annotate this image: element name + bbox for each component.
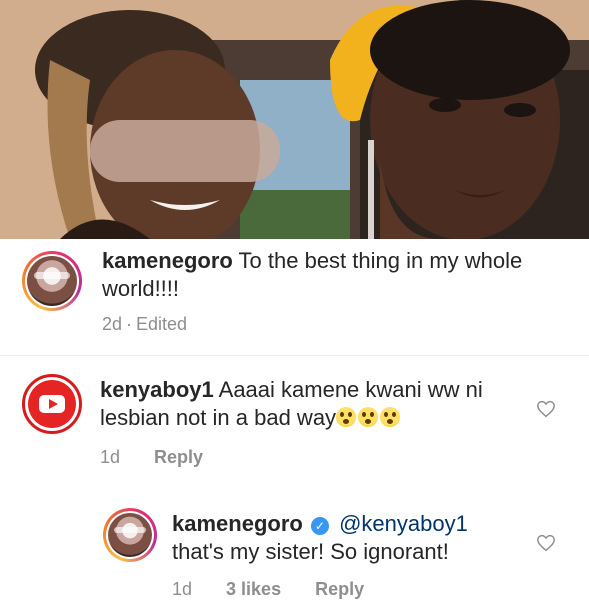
comment-body-line2: lesbian not in a bad way <box>100 405 337 430</box>
caption-comment: kamenegoro To the best thing in my whole… <box>0 239 589 355</box>
post-photo[interactable] <box>0 0 589 239</box>
comment-body-line1: Aaaai kamene kwani ww ni <box>218 377 483 402</box>
caption-text: kamenegoro To the best thing in my whole… <box>102 247 552 303</box>
avatar[interactable] <box>22 251 82 311</box>
reply-meta: 1d 3 likes Reply <box>172 578 394 600</box>
post-photo-illustration <box>0 0 589 239</box>
astonished-face-icon <box>336 407 357 427</box>
reply-mention[interactable]: @kenyaboy1 <box>339 511 468 536</box>
reply-button[interactable]: Reply <box>154 447 203 467</box>
avatar-image <box>108 513 152 557</box>
reply-button[interactable]: Reply <box>315 579 364 599</box>
caption-age: 2d <box>102 314 123 334</box>
reply-text: kamenegoro ✓ @kenyaboy1 that's my sister… <box>172 510 532 566</box>
heart-outline-icon[interactable] <box>536 534 556 552</box>
caption-meta: 2d · Edited <box>102 313 217 335</box>
comment-meta: 1d Reply <box>100 446 233 468</box>
likes-count[interactable]: 3 likes <box>226 579 281 599</box>
avatar[interactable] <box>103 508 157 562</box>
reply-age: 1d <box>172 579 193 599</box>
youtube-play-icon <box>39 395 65 413</box>
reply-body: that's my sister! So ignorant! <box>172 539 449 564</box>
comment-item: kenyaboy1 Aaaai kamene kwani ww ni lesbi… <box>0 356 589 476</box>
reply-username[interactable]: kamenegoro <box>172 511 303 536</box>
meta-separator: · <box>126 314 133 334</box>
comment-text: kenyaboy1 Aaaai kamene kwani ww ni lesbi… <box>100 376 520 432</box>
comment-age: 1d <box>100 447 121 467</box>
astonished-face-icon <box>358 407 379 427</box>
avatar-image <box>27 256 77 306</box>
reply-item: kamenegoro ✓ @kenyaboy1 that's my sister… <box>0 476 589 599</box>
verified-badge-icon: ✓ <box>310 517 329 535</box>
avatar[interactable] <box>22 374 82 434</box>
caption-username[interactable]: kamenegoro <box>102 248 233 273</box>
astonished-face-icon <box>380 407 401 427</box>
heart-outline-icon[interactable] <box>536 400 556 418</box>
comment-username[interactable]: kenyaboy1 <box>100 377 214 402</box>
edited-label: Edited <box>136 314 188 334</box>
